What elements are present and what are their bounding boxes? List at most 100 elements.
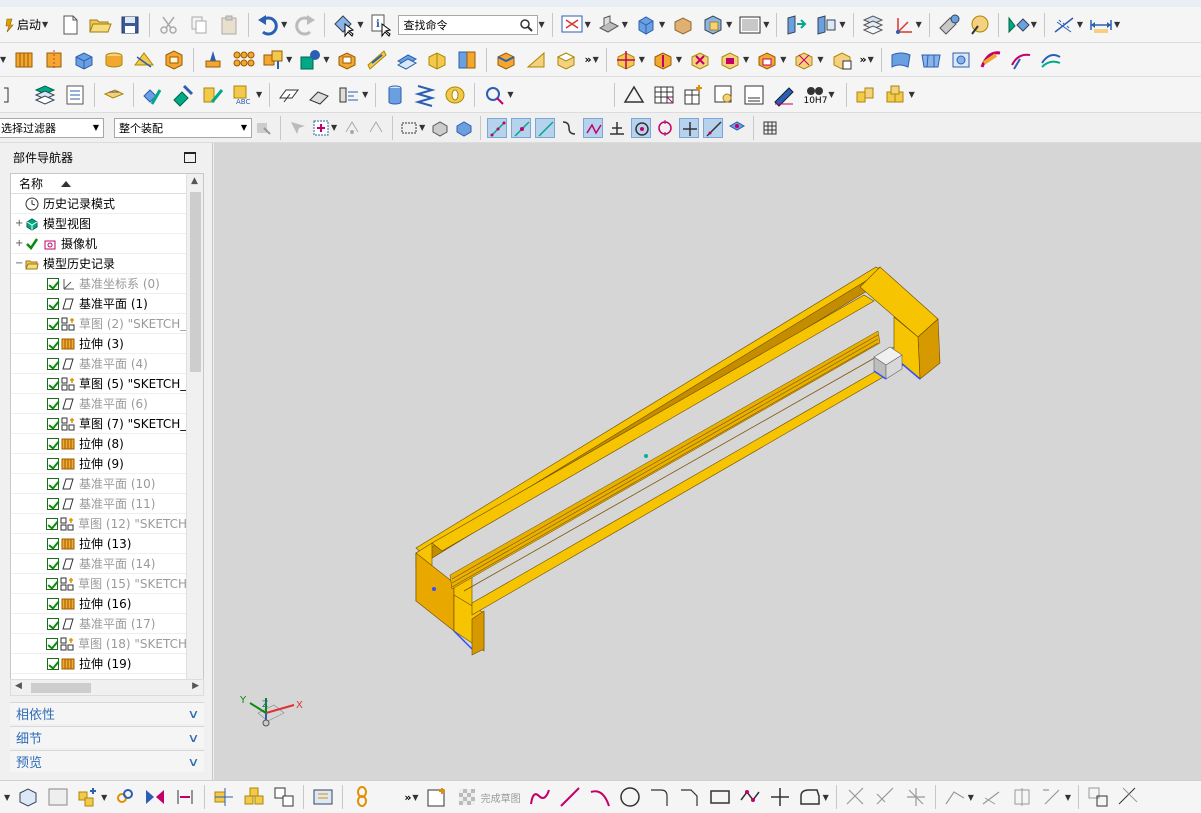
feature-row[interactable]: 草图 (18) "SKETCH (11, 634, 187, 654)
tree-node-model-history[interactable]: − 模型历史记录 (11, 254, 187, 274)
feature-row[interactable]: 基准平面 (17) (11, 614, 187, 634)
general-select-button[interactable] (287, 118, 307, 138)
profile-button[interactable] (527, 784, 553, 810)
component-list-button[interactable] (62, 82, 88, 108)
feature-row[interactable]: 基准平面 (1) (11, 294, 187, 314)
delete-face-button[interactable] (687, 47, 713, 73)
visibility-checkbox[interactable] (46, 517, 59, 530)
snap-quadrant-button[interactable] (655, 118, 675, 138)
cylinder-button[interactable] (101, 47, 127, 73)
weld-group-button[interactable] (883, 82, 909, 108)
note-button[interactable] (741, 82, 767, 108)
snap-line-button[interactable] (535, 117, 556, 138)
feature-row[interactable]: 拉伸 (16) (11, 594, 187, 614)
visibility-checkbox[interactable] (46, 637, 59, 650)
mate-component-button[interactable] (140, 82, 166, 108)
sort-ascending-icon[interactable] (61, 180, 72, 187)
visibility-checkbox[interactable] (47, 417, 59, 430)
feature-row[interactable]: 草图 (7) "SKETCH_ (11, 414, 187, 434)
constraints-button[interactable] (942, 784, 968, 810)
surface-button[interactable] (888, 47, 914, 73)
orient-view-button[interactable] (633, 12, 659, 38)
visibility-checkbox[interactable] (47, 657, 59, 670)
offset-region-button[interactable] (754, 47, 780, 73)
scroll-right-icon[interactable]: ▶ (192, 681, 199, 691)
quick-trim-button[interactable] (843, 784, 869, 810)
visibility-checkbox[interactable] (47, 497, 59, 510)
collapse-icon[interactable]: − (15, 258, 23, 269)
feature-row[interactable]: 拉伸 (13) (11, 534, 187, 554)
copy-button[interactable] (186, 12, 212, 38)
snap-view-button[interactable] (1005, 12, 1031, 38)
visibility-checkbox[interactable] (47, 337, 59, 350)
replace-face-button[interactable] (717, 47, 743, 73)
add-feature-button[interactable] (75, 784, 101, 810)
visibility-checkbox[interactable] (47, 557, 59, 570)
select-options-button[interactable] (366, 118, 386, 138)
panel-preview[interactable]: 预览 ∨ (10, 750, 204, 772)
point-button[interactable] (767, 784, 793, 810)
snap-point-button[interactable] (679, 117, 700, 138)
visibility-checkbox[interactable] (46, 577, 59, 590)
fit-view-button[interactable] (559, 12, 585, 38)
edit-section-button[interactable] (783, 12, 809, 38)
snap-curve-button[interactable] (559, 118, 579, 138)
visibility-checkbox[interactable] (47, 297, 59, 310)
clearance-analysis-button[interactable] (382, 82, 408, 108)
offset-curve-button[interactable] (797, 784, 823, 810)
pen-button[interactable] (771, 82, 797, 108)
snap-center-button[interactable] (631, 117, 652, 138)
assembly-image-button[interactable] (45, 784, 71, 810)
scroll-left-icon[interactable]: ◀ (15, 681, 22, 691)
move-face-button[interactable] (613, 47, 639, 73)
feature-row[interactable]: 基准平面 (14) (11, 554, 187, 574)
chamfer-sketch-button[interactable] (677, 784, 703, 810)
feature-row[interactable]: 基准平面 (10) (11, 474, 187, 494)
visibility-checkbox[interactable] (47, 617, 59, 630)
block-button[interactable] (71, 47, 97, 73)
render-style-button[interactable] (596, 12, 622, 38)
link-button[interactable] (112, 784, 138, 810)
arc-button[interactable] (587, 784, 613, 810)
geometric-constraint-button[interactable] (979, 784, 1005, 810)
feature-row[interactable]: 拉伸 (3) (11, 334, 187, 354)
cone-button[interactable] (131, 47, 157, 73)
information-button[interactable]: i (368, 12, 394, 38)
solid-body-select-button[interactable] (430, 118, 450, 138)
swept-button[interactable] (978, 47, 1004, 73)
thicken-button[interactable] (424, 47, 450, 73)
visibility-checkbox[interactable] (47, 357, 59, 370)
grid-toggle-button[interactable] (760, 118, 780, 138)
feature-select-button[interactable] (311, 118, 331, 138)
grid-add-button[interactable] (681, 82, 707, 108)
save-button[interactable] (117, 12, 143, 38)
mirror-button[interactable] (142, 784, 168, 810)
through-curves-button[interactable] (918, 47, 944, 73)
panel-dependencies[interactable]: 相依性 ∨ (10, 702, 204, 724)
expand-icon[interactable]: + (15, 238, 23, 249)
new-file-button[interactable] (57, 12, 83, 38)
linear-dimension-button[interactable] (1088, 12, 1114, 38)
measure-distance-button[interactable] (936, 12, 962, 38)
view-setup-button[interactable] (711, 82, 737, 108)
feature-row[interactable]: 基准坐标系 (0) (11, 274, 187, 294)
assembly-nav-button[interactable] (2, 82, 28, 108)
feature-row[interactable]: 拉伸 (8) (11, 434, 187, 454)
feature-row[interactable]: 拉伸 (9) (11, 454, 187, 474)
snap-intersection-button[interactable] (583, 117, 604, 138)
constrain-face-button[interactable] (829, 47, 855, 73)
tolerance-button[interactable]: 10H7 ▼ (799, 82, 841, 108)
rectangle-button[interactable] (707, 784, 733, 810)
fillet-button[interactable] (647, 784, 673, 810)
visibility-checkbox[interactable] (47, 277, 59, 290)
pattern-component-button[interactable] (241, 784, 267, 810)
open-file-button[interactable] (87, 12, 113, 38)
draft-button[interactable] (553, 47, 579, 73)
feature-row[interactable]: 基准平面 (11) (11, 494, 187, 514)
rib-button[interactable] (364, 47, 390, 73)
face-select-button[interactable] (454, 118, 474, 138)
feature-group-button[interactable] (297, 47, 323, 73)
snap-select-button[interactable] (342, 118, 362, 138)
wave-geometry-button[interactable]: ABC (230, 82, 256, 108)
datum-plane-button[interactable] (276, 82, 302, 108)
